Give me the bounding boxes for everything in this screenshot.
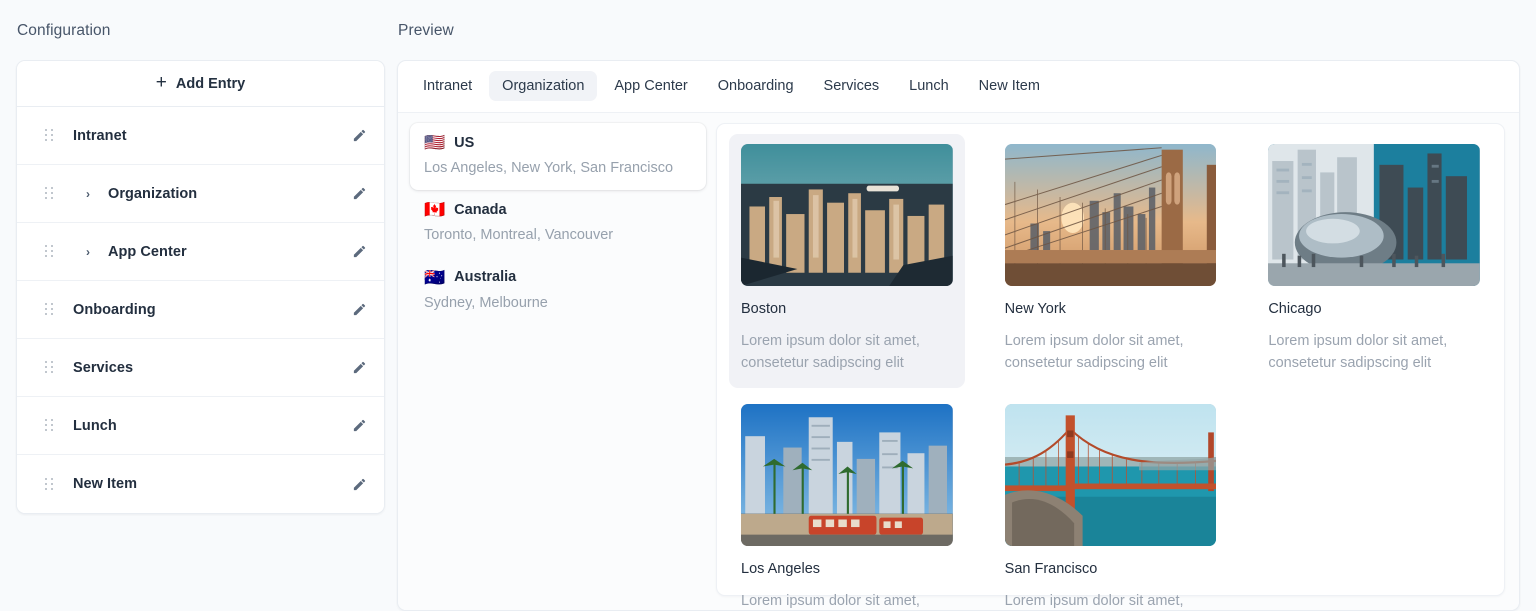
city-description: Lorem ipsum dolor sit amet, consetetur s… bbox=[1004, 592, 1184, 609]
configuration-panel: Configuration + Add Entry Intranet › Organ… bbox=[16, 0, 385, 611]
city-description: Lorem ipsum dolor sit amet, consetetur s… bbox=[741, 332, 920, 371]
city-card[interactable]: New York Lorem ipsum dolor sit amet, cons… bbox=[993, 134, 1229, 388]
tab-lunch[interactable]: Lunch bbox=[896, 71, 962, 101]
drag-handle-icon[interactable] bbox=[45, 476, 55, 492]
tab-new-item[interactable]: New Item bbox=[966, 71, 1053, 101]
country-item[interactable]: 🇨🇦 Canada Toronto, Montreal, Vancouver bbox=[410, 190, 706, 257]
preview-tabbar: Intranet Organization App Center Onboarding… bbox=[398, 61, 1519, 113]
entry-label: New Item bbox=[73, 476, 138, 492]
country-name: Canada bbox=[454, 201, 507, 218]
city-card[interactable]: Boston Lorem ipsum dolor sit amet, conset… bbox=[729, 134, 965, 389]
city-name: San Francisco bbox=[1004, 561, 1098, 578]
entry-row[interactable]: New Item bbox=[17, 455, 384, 513]
entry-label: Lunch bbox=[73, 417, 117, 434]
add-entry-button[interactable]: + Add Entry bbox=[17, 61, 384, 107]
drag-handle-icon[interactable] bbox=[45, 302, 55, 318]
pencil-icon[interactable] bbox=[350, 417, 368, 435]
country-list: 🇺🇸 US Los Angeles, New York, San Francisco… bbox=[410, 123, 706, 596]
entry-label: App Center bbox=[108, 243, 187, 260]
pencil-icon[interactable] bbox=[350, 475, 368, 493]
entry-label: Intranet bbox=[73, 127, 127, 144]
country-name: Australia bbox=[454, 269, 517, 286]
tab-organization[interactable]: Organization bbox=[489, 71, 598, 101]
plus-icon: + bbox=[155, 72, 167, 93]
chevron-right-icon[interactable]: › bbox=[86, 188, 102, 200]
city-name: Chicago bbox=[1268, 301, 1322, 317]
entry-label: Organization bbox=[108, 185, 198, 202]
flag-us-icon: 🇺🇸 bbox=[424, 133, 446, 152]
san-francisco-golden-gate-image bbox=[1004, 404, 1217, 547]
pencil-icon[interactable] bbox=[350, 243, 368, 261]
tab-app-center[interactable]: App Center bbox=[601, 71, 700, 101]
city-description: Lorem ipsum dolor sit amet, consetetur s… bbox=[1004, 332, 1184, 371]
city-name: Boston bbox=[741, 301, 787, 317]
preview-card: Intranet Organization App Center Onboarding… bbox=[397, 60, 1520, 611]
drag-handle-icon[interactable] bbox=[45, 128, 55, 144]
entry-row[interactable]: Lunch bbox=[17, 397, 384, 455]
city-card[interactable]: San Francisco Lorem ipsum dolor sit amet,… bbox=[993, 394, 1229, 610]
boston-skyline-aerial-image bbox=[741, 144, 953, 286]
country-header: 🇺🇸 US bbox=[424, 134, 692, 151]
country-item[interactable]: 🇦🇺 Australia Sydney, Melbourne bbox=[410, 258, 706, 325]
chicago-cloud-gate-image bbox=[1268, 144, 1480, 286]
configuration-heading: Configuration bbox=[17, 22, 111, 39]
country-item[interactable]: 🇺🇸 US Los Angeles, New York, San Francisco bbox=[410, 123, 706, 191]
city-description: Lorem ipsum dolor sit amet, consetetur s… bbox=[1268, 332, 1448, 371]
drag-handle-icon[interactable] bbox=[45, 186, 55, 202]
configuration-card: + Add Entry Intranet › Organization › App Ce… bbox=[16, 60, 385, 514]
pencil-icon[interactable] bbox=[350, 301, 368, 319]
city-name: Los Angeles bbox=[741, 561, 821, 578]
preview-heading: Preview bbox=[398, 22, 454, 39]
entry-label: Services bbox=[73, 359, 134, 376]
country-header: 🇦🇺 Australia bbox=[424, 269, 692, 286]
drag-handle-icon[interactable] bbox=[45, 418, 55, 434]
cities-panel: Boston Lorem ipsum dolor sit amet, conset… bbox=[716, 123, 1505, 609]
flag-canada-icon: 🇨🇦 bbox=[424, 200, 446, 220]
tab-services[interactable]: Services bbox=[811, 71, 893, 101]
app-root: Configuration + Add Entry Intranet › Organ… bbox=[0, 0, 1536, 611]
tab-onboarding[interactable]: Onboarding bbox=[705, 71, 807, 101]
los-angeles-downtown-image bbox=[741, 404, 953, 547]
entry-row[interactable]: › App Center bbox=[17, 223, 384, 281]
country-name: US bbox=[454, 134, 475, 151]
drag-handle-icon[interactable] bbox=[45, 244, 55, 260]
city-card[interactable]: Chicago Lorem ipsum dolor sit amet, conse… bbox=[1256, 134, 1492, 388]
country-header: 🇨🇦 Canada bbox=[424, 201, 692, 218]
country-cities-list: Los Angeles, New York, San Francisco bbox=[424, 160, 674, 176]
add-entry-label: Add Entry bbox=[175, 75, 246, 92]
new-york-brooklyn-bridge-image bbox=[1004, 144, 1217, 286]
flag-australia-icon: 🇦🇺 bbox=[424, 267, 446, 287]
city-grid: Boston Lorem ipsum dolor sit amet, conset… bbox=[729, 134, 1492, 610]
drag-handle-icon[interactable] bbox=[45, 360, 55, 376]
pencil-icon[interactable] bbox=[350, 127, 368, 145]
city-card[interactable]: Los Angeles Lorem ipsum dolor sit amet, c… bbox=[729, 394, 965, 610]
entry-row[interactable]: Intranet bbox=[17, 107, 384, 165]
country-cities-list: Toronto, Montreal, Vancouver bbox=[424, 227, 614, 244]
country-cities-list: Sydney, Melbourne bbox=[424, 294, 548, 311]
chevron-right-icon[interactable]: › bbox=[86, 246, 102, 258]
pencil-icon[interactable] bbox=[350, 185, 368, 203]
entry-row[interactable]: Onboarding bbox=[17, 281, 384, 339]
preview-panel: Preview Intranet Organization App Center On… bbox=[397, 0, 1520, 611]
entry-row[interactable]: Services bbox=[17, 339, 384, 397]
tab-intranet[interactable]: Intranet bbox=[410, 71, 485, 101]
entry-row[interactable]: › Organization bbox=[17, 165, 384, 223]
city-name: New York bbox=[1004, 301, 1066, 317]
pencil-icon[interactable] bbox=[350, 359, 368, 377]
entry-list: Intranet › Organization › App Center Onboardi… bbox=[17, 107, 384, 513]
city-description: Lorem ipsum dolor sit amet, consetetur s… bbox=[741, 592, 920, 609]
preview-body: 🇺🇸 US Los Angeles, New York, San Francisco… bbox=[398, 113, 1519, 610]
entry-label: Onboarding bbox=[73, 301, 156, 318]
